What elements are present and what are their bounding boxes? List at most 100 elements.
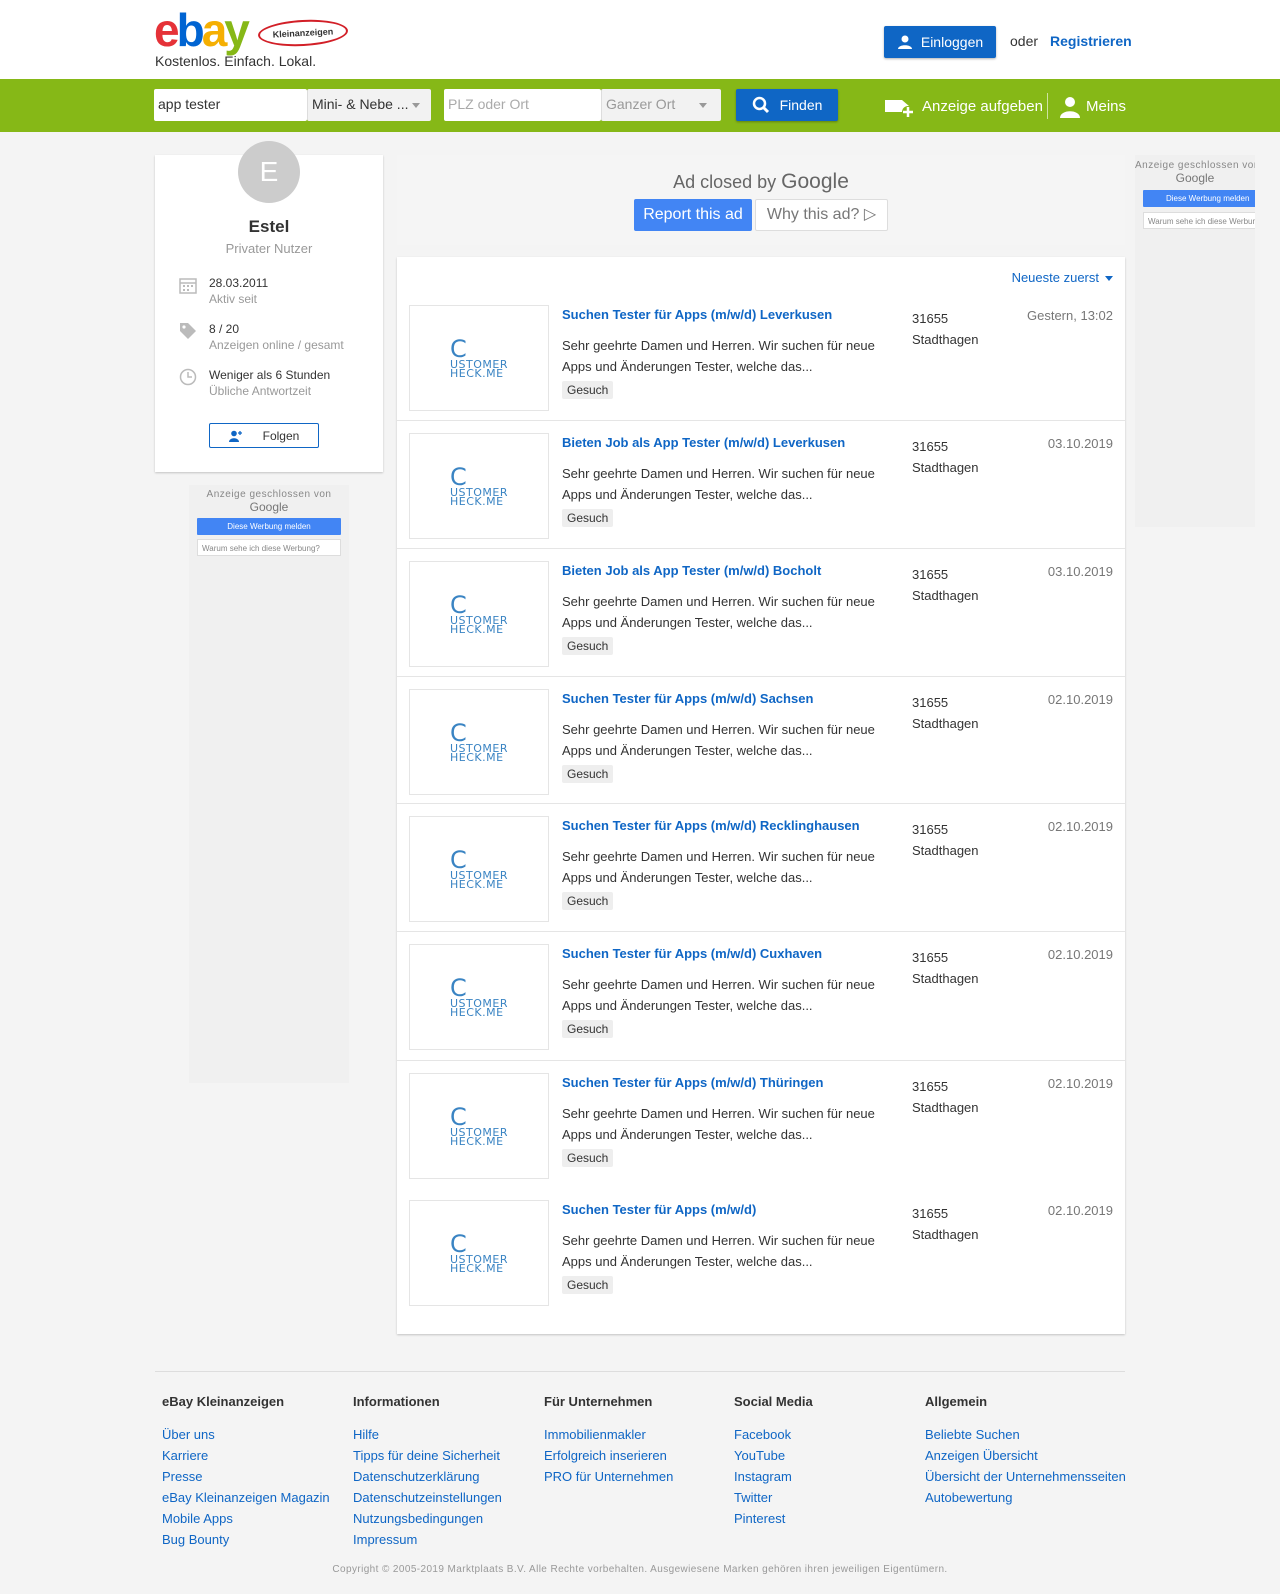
footer-link[interactable]: Twitter [734,1487,813,1508]
footer-link[interactable]: Pinterest [734,1508,813,1529]
register-link[interactable]: Registrieren [1050,33,1132,49]
footer-link[interactable]: Karriere [162,1445,330,1466]
footer-link[interactable]: Tipps für deine Sicherheit [353,1445,502,1466]
meins-button[interactable]: Meins [1058,94,1126,118]
search-input[interactable]: app tester [154,89,307,121]
listing-title[interactable]: Suchen Tester für Apps (m/w/d) Recklingh… [562,818,860,833]
footer-link[interactable]: Datenschutzerklärung [353,1466,502,1487]
ad-closed-text: Anzeige geschlossen von [1135,160,1255,171]
footer-link[interactable]: Bug Bounty [162,1529,330,1550]
footer-link[interactable]: Mobile Apps [162,1508,330,1529]
ad-closed-text: Ad closed by [673,172,777,192]
listing-title[interactable]: Suchen Tester für Apps (m/w/d) Sachsen [562,691,813,706]
listing-description: Sehr geehrte Damen und Herren. Wir suche… [562,338,875,374]
customercheck-logo: C USTOMER HECK.ME [450,1103,508,1148]
listing-item[interactable]: C USTOMER HECK.ME Suchen Tester für Apps (m… [397,292,1125,422]
listing-date: 02.10.2019 [1047,947,1113,962]
listing-city: Stadthagen [912,588,979,603]
listing-tag: Gesuch [562,1149,614,1167]
footer-link[interactable]: Nutzungsbedingungen [353,1508,502,1529]
ad-closed-heading: Ad closed by Google [397,170,1125,194]
listing-title[interactable]: Suchen Tester für Apps (m/w/d) [562,1202,756,1217]
listing-city: Stadthagen [912,460,979,475]
listing-title[interactable]: Bieten Job als App Tester (m/w/d) Bochol… [562,563,821,578]
listing-thumbnail[interactable]: C USTOMER HECK.ME [409,433,549,539]
radius-select[interactable]: Ganzer Ort [601,89,721,121]
google-label: Google [781,170,849,193]
footer-link[interactable]: Autobewertung [925,1487,1126,1508]
report-ad-button[interactable]: Diese Werbung melden [1143,190,1255,207]
listing-thumbnail[interactable]: C USTOMER HECK.ME [409,1073,549,1179]
footer-link[interactable]: PRO für Unternehmen [544,1466,673,1487]
seller-type: Privater Nutzer [225,241,313,256]
why-ad-button[interactable]: Why this ad? ▷ [755,199,888,231]
listing-zip: 31655 [912,950,949,965]
listing-title[interactable]: Suchen Tester für Apps (m/w/d) Cuxhaven [562,946,822,961]
add-user-icon [228,430,242,442]
listing-title[interactable]: Suchen Tester für Apps (m/w/d) Leverkuse… [562,307,832,322]
listing-thumbnail[interactable]: C USTOMER HECK.ME [409,561,549,667]
listing-zip: 31655 [912,567,949,582]
listing-title[interactable]: Suchen Tester für Apps (m/w/d) Thüringen [562,1075,823,1090]
listing-date: 03.10.2019 [1047,564,1113,579]
play-icon: ▷ [863,206,877,223]
footer-link[interactable]: Instagram [734,1466,813,1487]
customercheck-logo: C USTOMER HECK.ME [450,719,508,764]
listing-item[interactable]: C USTOMER HECK.ME Suchen Tester für Apps (m… [397,1187,1125,1317]
find-button[interactable]: Finden [736,89,838,121]
listing-thumbnail[interactable]: C USTOMER HECK.ME [409,944,549,1050]
listing-item[interactable]: C USTOMER HECK.ME Bieten Job als App Tester… [397,420,1125,550]
ads-count: 8 / 20 [209,322,240,336]
listing-item[interactable]: C USTOMER HECK.ME Suchen Tester für Apps (m… [397,1060,1125,1190]
report-ad-button[interactable]: Report this ad [634,199,752,231]
footer-link[interactable]: Über uns [162,1424,330,1445]
listing-thumbnail[interactable]: C USTOMER HECK.ME [409,816,549,922]
footer-link[interactable]: Erfolgreich inserieren [544,1445,673,1466]
follow-button[interactable]: Folgen [209,423,319,448]
copyright: Copyright © 2005-2019 Marktplaats B.V. A… [332,1564,948,1575]
listing-zip: 31655 [912,695,949,710]
footer-divider [155,1371,1125,1372]
logo-wordmark: ebay [154,4,250,56]
listing-item[interactable]: C USTOMER HECK.ME Suchen Tester für Apps (m… [397,676,1125,806]
customercheck-logo: C USTOMER HECK.ME [450,335,508,380]
listing-thumbnail[interactable]: C USTOMER HECK.ME [409,689,549,795]
location-input[interactable]: PLZ oder Ort [444,89,601,121]
ebay-kleinanzeigen-logo[interactable]: ebay Kleinanzeigen [154,4,349,56]
customercheck-logo: C USTOMER HECK.ME [450,1230,508,1275]
sort-select[interactable]: Neueste zuerst [1012,270,1113,285]
footer-link[interactable]: Hilfe [353,1424,502,1445]
add-ad-icon [885,100,914,118]
report-ad-button[interactable]: Diese Werbung melden [197,518,341,535]
active-since-row: 28.03.2011 Aktiv seit [179,276,268,306]
listing-zip: 31655 [912,311,949,326]
listing-item[interactable]: C USTOMER HECK.ME Bieten Job als App Tester… [397,548,1125,678]
why-ad-button[interactable]: Warum sehe ich diese Werbung? [1143,212,1255,229]
footer-link[interactable]: Übersicht der Unternehmensseiten [925,1466,1126,1487]
why-ad-button[interactable]: Warum sehe ich diese Werbung? [197,539,341,556]
post-ad-button[interactable]: Anzeige aufgeben [882,94,1043,118]
category-select[interactable]: Mini- & Nebe ... [307,89,431,121]
listing-description: Sehr geehrte Damen und Herren. Wir suche… [562,466,875,502]
footer-link[interactable]: Datenschutzeinstellungen [353,1487,502,1508]
listing-item[interactable]: C USTOMER HECK.ME Suchen Tester für Apps (m… [397,803,1125,933]
footer-link[interactable]: Beliebte Suchen [925,1424,1126,1445]
listing-item[interactable]: C USTOMER HECK.ME Suchen Tester für Apps (m… [397,931,1125,1061]
listing-title[interactable]: Bieten Job als App Tester (m/w/d) Leverk… [562,435,845,450]
footer-link[interactable]: Immobilienmakler [544,1424,673,1445]
listing-tag: Gesuch [562,509,614,527]
listing-city: Stadthagen [912,971,979,986]
listing-thumbnail[interactable]: C USTOMER HECK.ME [409,1200,549,1306]
login-button[interactable]: Einloggen [884,26,996,58]
footer-link[interactable]: YouTube [734,1445,813,1466]
or-text: oder [1010,33,1039,49]
footer-link[interactable]: eBay Kleinanzeigen Magazin [162,1487,330,1508]
find-label: Finden [779,97,823,113]
footer-link[interactable]: Anzeigen Übersicht [925,1445,1126,1466]
footer-link[interactable]: Facebook [734,1424,813,1445]
meins-label: Meins [1086,97,1127,115]
chevron-down-icon [1105,276,1113,282]
listing-thumbnail[interactable]: C USTOMER HECK.ME [409,305,549,411]
footer-link[interactable]: Impressum [353,1529,502,1550]
footer-link[interactable]: Presse [162,1466,330,1487]
